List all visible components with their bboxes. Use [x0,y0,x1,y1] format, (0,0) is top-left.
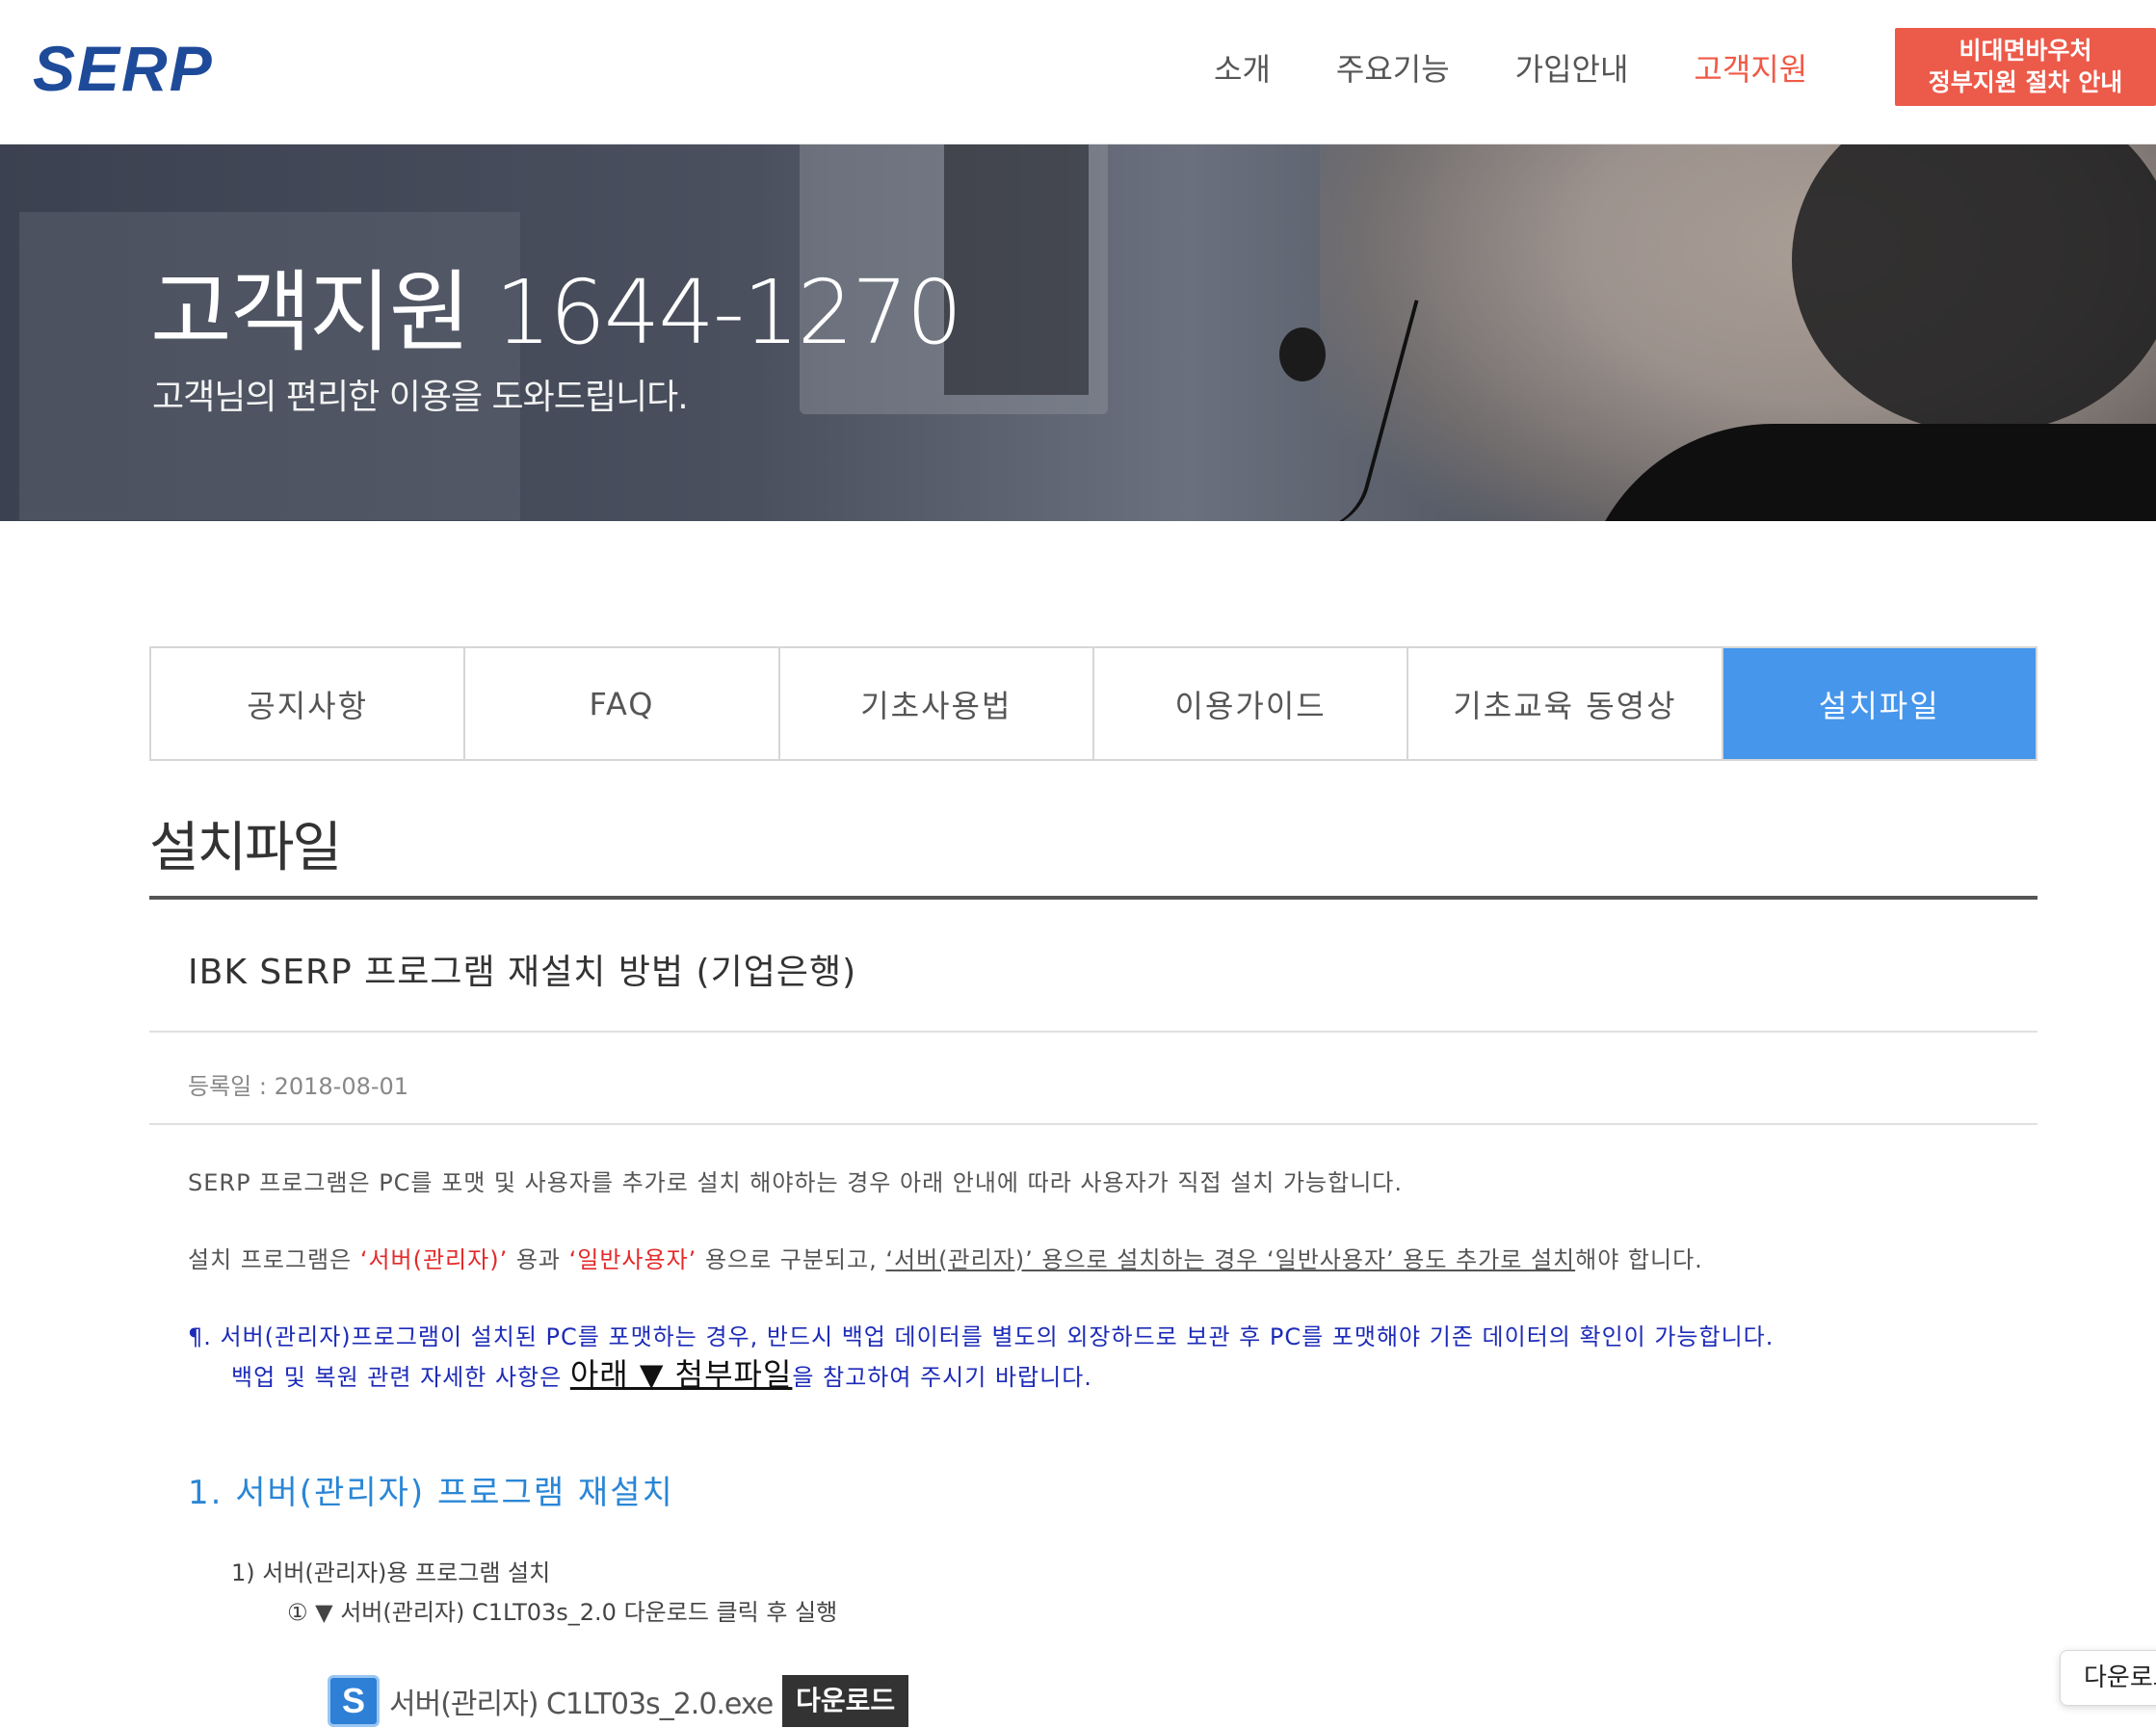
hero-subtitle: 고객님의 편리한 이용을 도와드립니다. [152,378,689,417]
tab-user-guide[interactable]: 이용가이드 [1093,648,1409,759]
nav-item-support[interactable]: 고객지원 [1694,42,1807,96]
floating-download-button[interactable]: 다운로드 [2060,1650,2156,1706]
tab-faq[interactable]: FAQ [465,648,780,759]
step-sub-heading: 1) 서버(관리자)용 프로그램 설치 [231,1559,551,1586]
paragraph-intro: SERP 프로그램은 PC를 포맷 및 사용자를 추가로 설치 해야하는 경우 … [188,1169,1403,1196]
voucher-line1: 비대면바우처 [1959,37,2092,65]
step-heading: 1. 서버(관리자) 프로그램 재설치 [188,1474,674,1512]
text-segment: 용과 [508,1246,569,1273]
post-title: IBK SERP 프로그램 재설치 방법 (기업은행) [188,953,857,992]
divider [149,1031,2038,1033]
text-segment: 설치 프로그램은 [188,1246,360,1273]
download-button[interactable]: 다운로드 [782,1675,909,1727]
divider [149,1123,2038,1125]
step-instruction: ① ▼ 서버(관리자) C1LT03s_2.0 다운로드 클릭 후 실행 [287,1599,838,1626]
attachment-link[interactable]: 아래 ▼ 첨부파일 [570,1356,793,1393]
hero-banner: 고객지원 1644-1270 고객님의 편리한 이용을 도와드립니다. [0,144,2156,521]
nav-item-features[interactable]: 주요기능 [1336,42,1450,96]
download-row: S 서버(관리자) C1LT03s_2.0.exe 다운로드 [328,1674,909,1728]
text-segment: 을 참고하여 주시기 바랍니다. [792,1364,1092,1391]
tab-install-files[interactable]: 설치파일 [1722,648,2036,759]
text-segment: 백업 및 복원 관련 자세한 사항은 [231,1364,570,1391]
tab-basic-usage[interactable]: 기초사용법 [779,648,1094,759]
divider [149,896,2038,900]
post-date: 등록일 : 2018-08-01 [188,1073,409,1100]
text-segment: 해야 합니다. [1575,1246,1703,1273]
text-segment: 용으로 구분되고, [697,1246,886,1273]
tab-notice[interactable]: 공지사항 [151,648,466,759]
nav-item-signup[interactable]: 가입안내 [1515,42,1629,96]
voucher-line2: 정부지원 절차 안내 [1928,68,2123,96]
text-server-admin: ‘서버(관리자)’ [359,1246,509,1273]
tab-training-video[interactable]: 기초교육 동영상 [1408,648,1723,759]
main-nav: 소개 주요기능 가입안내 고객지원 [1214,42,1873,96]
support-tabs: 공지사항 FAQ 기초사용법 이용가이드 기초교육 동영상 설치파일 [149,646,2038,761]
hero-title: 고객지원 1644-1270 [150,261,962,364]
text-general-user: ‘일반사용자’ [568,1246,697,1273]
serp-logo[interactable]: SERP [33,33,214,104]
site-header: SERP 소개 주요기능 가입안내 고객지원 비대면바우처 정부지원 절차 안내 [0,0,2156,144]
hero-bg-monitor [944,144,1089,395]
text-underlined-note: ‘서버(관리자)’ 용으로 설치하는 경우 ‘일반사용자’ 용도 추가로 설치 [885,1246,1576,1273]
paragraph-backup-warning: ¶. 서버(관리자)프로그램이 설치된 PC를 포맷하는 경우, 반드시 백업 … [188,1323,1775,1350]
paragraph-install-types: 설치 프로그램은 ‘서버(관리자)’ 용과 ‘일반사용자’ 용으로 구분되고, … [188,1241,1703,1274]
installer-icon: S [328,1675,380,1727]
headset-icon [1279,327,1326,381]
paragraph-backup-ref: 백업 및 복원 관련 자세한 사항은 아래 ▼ 첨부파일을 참고하여 주시기 바… [231,1350,1092,1395]
voucher-guide-button[interactable]: 비대면바우처 정부지원 절차 안내 [1895,28,2156,106]
nav-item-intro[interactable]: 소개 [1214,42,1271,96]
page-title: 설치파일 [149,817,342,879]
download-filename[interactable]: 서버(관리자) C1LT03s_2.0.exe [389,1680,774,1722]
